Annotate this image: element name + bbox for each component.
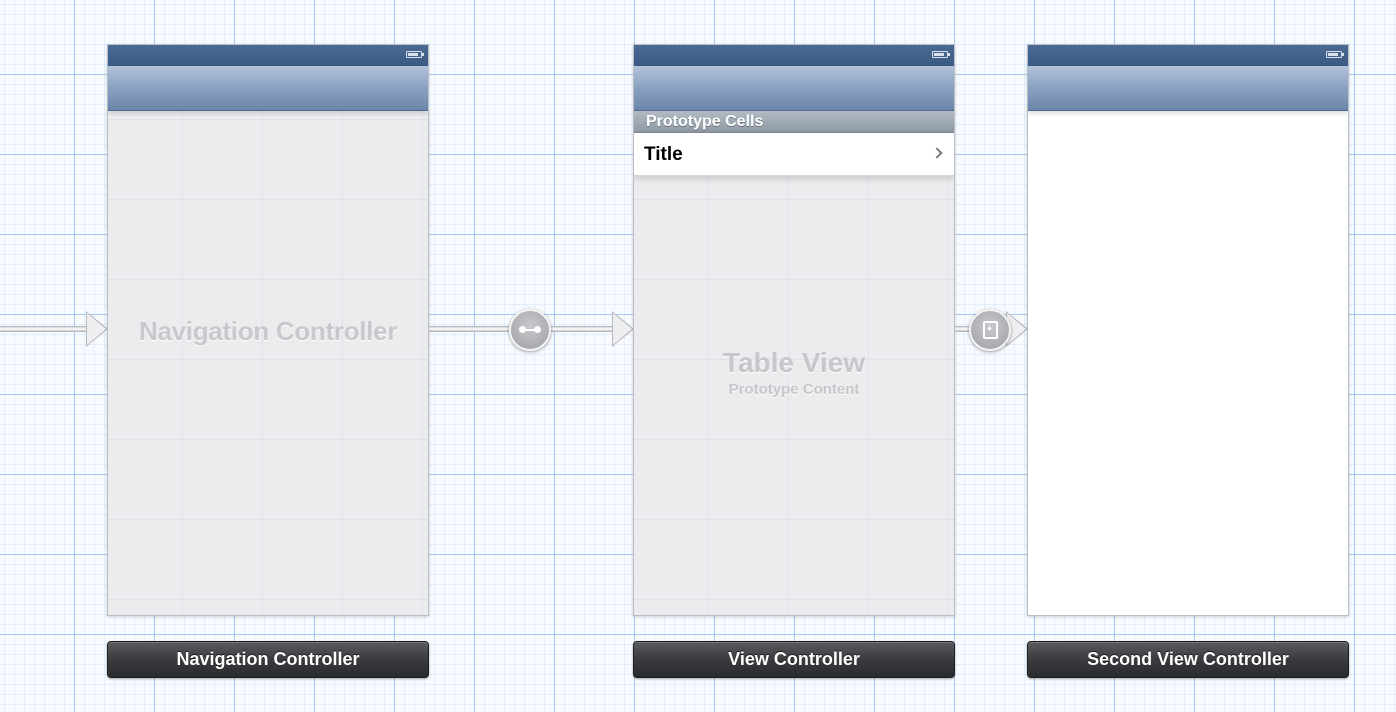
battery-icon (406, 51, 424, 58)
navigation-bar[interactable] (108, 66, 428, 111)
view-controller-label[interactable]: View Controller (633, 641, 955, 678)
navigation-controller-label[interactable]: Navigation Controller (107, 641, 429, 678)
push-segue-icon (983, 321, 998, 339)
status-bar (634, 45, 954, 66)
push-segue-node[interactable] (969, 309, 1011, 351)
navigation-controller-watermark: Navigation Controller (138, 316, 398, 346)
entry-point-connector (0, 326, 88, 332)
table-view-watermark: Table View Prototype Content (634, 347, 954, 398)
entry-point-arrow-inner (87, 313, 106, 345)
prototype-cell[interactable]: Title (634, 133, 954, 176)
navigation-bar[interactable] (1028, 66, 1348, 111)
cell-title: Title (644, 144, 683, 165)
navigation-bar[interactable] (634, 66, 954, 111)
table-view-title: Table View (722, 347, 866, 378)
table-view-subtitle: Prototype Content (728, 381, 860, 398)
battery-icon (1326, 51, 1344, 58)
prototype-cells-header: Prototype Cells (634, 111, 954, 133)
status-bar (108, 45, 428, 66)
battery-icon (932, 51, 950, 58)
relationship-segue-arrow-inner (613, 313, 632, 345)
second-view-controller-scene[interactable] (1027, 44, 1349, 616)
relationship-icon (519, 326, 541, 333)
second-view-controller-label[interactable]: Second View Controller (1027, 641, 1349, 678)
navigation-controller-scene[interactable]: Navigation Controller (107, 44, 429, 616)
status-bar (1028, 45, 1348, 66)
relationship-segue-node[interactable] (509, 309, 551, 351)
view-controller-scene[interactable]: Prototype Cells Title Table View Prototy… (633, 44, 955, 616)
chevron-right-icon (931, 147, 943, 159)
